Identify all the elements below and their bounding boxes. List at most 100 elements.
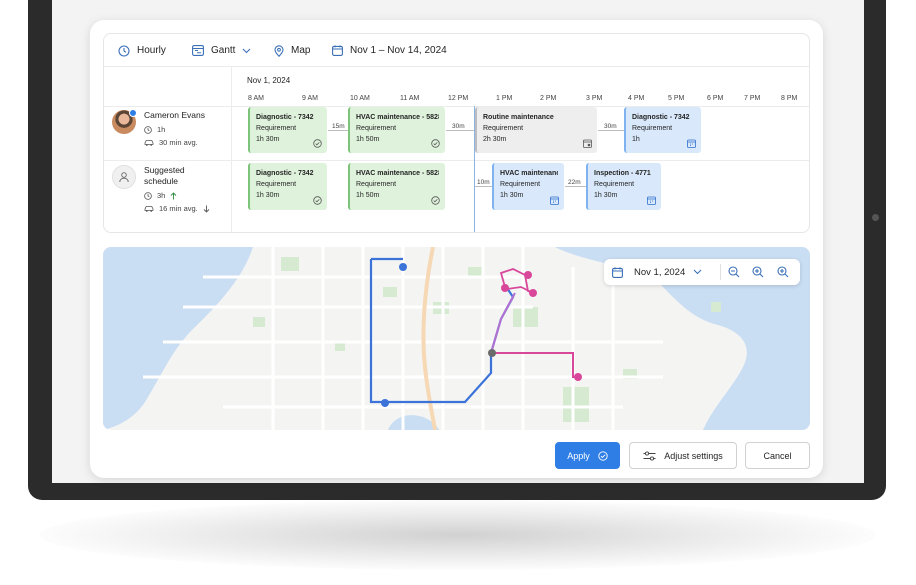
task-type: Requirement (256, 181, 297, 188)
zoom-reset-button[interactable] (752, 259, 764, 285)
task-card[interactable]: Diagnostic - 7342 Requirement 1h 30m (248, 163, 327, 210)
travel-gap: 30m (603, 123, 618, 130)
column-divider (231, 67, 232, 232)
technician-cameron[interactable]: Cameron Evans 1h 30 min avg. (112, 109, 205, 147)
task-card[interactable]: Diagnostic - 7342 Requirement 1h (624, 107, 701, 153)
settings-sliders-icon (643, 450, 656, 461)
gantt-icon (192, 45, 204, 56)
task-type: Requirement (356, 181, 397, 188)
suggested-schedule[interactable]: Suggested schedule 3h 16 min avg. (112, 165, 210, 213)
zoom-fit-icon (752, 266, 764, 278)
check-circle-icon (313, 196, 322, 205)
hour-label: 11 AM (400, 95, 420, 102)
device-shadow (40, 500, 876, 570)
task-type: Requirement (632, 125, 673, 132)
adjust-settings-button[interactable]: Adjust settings (629, 442, 737, 469)
hour-label: 12 PM (448, 95, 469, 102)
calendar-icon (687, 139, 696, 148)
date-range-picker[interactable]: Nov 1 – Nov 14, 2024 (332, 34, 447, 67)
task-card[interactable]: Routine maintenance Requirement 2h 30m (475, 107, 597, 153)
task-title: HVAC maintenance (500, 170, 558, 177)
hour-label: 5 PM (668, 95, 685, 102)
task-title: Diagnostic - 7342 (256, 114, 314, 121)
task-title: Diagnostic - 7342 (632, 114, 690, 121)
task-title: Diagnostic - 7342 (256, 170, 314, 177)
apply-button[interactable]: Apply (555, 442, 620, 469)
check-circle-icon (431, 196, 440, 205)
hour-label: 8 PM (781, 95, 798, 102)
car-icon (144, 139, 154, 146)
map-date-label: Nov 1, 2024 (634, 266, 686, 278)
hourly-toggle[interactable]: Hourly (118, 34, 166, 67)
zoom-in-button[interactable] (777, 259, 789, 285)
task-card[interactable]: Diagnostic - 7342 Requirement 1h 30m (248, 107, 327, 153)
hour-label: 3 PM (586, 95, 603, 102)
zoom-in-icon (777, 266, 789, 278)
arrow-up-icon (171, 191, 177, 199)
map-date-picker[interactable]: Nov 1, 2024 (612, 259, 702, 285)
travel-value: 30 min avg. (159, 138, 198, 147)
hour-label: 1 PM (496, 95, 513, 102)
hour-label: 10 AM (350, 95, 370, 102)
location-pin-icon (274, 44, 284, 57)
schedule-name: Suggested schedule (144, 165, 185, 186)
task-duration: 1h 50m (356, 136, 380, 143)
task-type: Requirement (500, 181, 541, 188)
map-toggle[interactable]: Map (274, 34, 310, 67)
zoom-out-button[interactable] (728, 259, 740, 285)
toolbar-divider (720, 264, 721, 280)
cancel-button[interactable]: Cancel (745, 442, 810, 469)
map-label: Map (291, 45, 311, 56)
travel-gap: 15m (331, 123, 346, 130)
hour-label: 2 PM (540, 95, 557, 102)
avatar (112, 109, 137, 134)
task-card[interactable]: HVAC maintenance Requirement 1h 30m (492, 163, 564, 210)
gantt-dropdown[interactable]: Gantt (192, 34, 251, 67)
task-duration: 1h 30m (594, 192, 618, 199)
hour-label: 6 PM (707, 95, 724, 102)
hourly-label: Hourly (137, 45, 166, 56)
travel-row: 16 min avg. (144, 204, 210, 213)
adjust-settings-label: Adjust settings (664, 450, 723, 461)
technician-name: Cameron Evans (144, 110, 205, 120)
calendar-icon (550, 196, 559, 205)
task-type: Requirement (356, 125, 397, 132)
task-duration: 1h 50m (356, 192, 380, 199)
travel-gap: 22m (567, 179, 582, 186)
task-card[interactable]: Inspection - 4771 Requirement 1h 30m (586, 163, 661, 210)
clock-icon (144, 191, 152, 200)
task-card[interactable]: HVAC maintenance - 5828 Requirement 1h 5… (348, 107, 445, 153)
hour-label: 8 AM (248, 95, 264, 102)
calendar-icon (612, 266, 623, 278)
hour-label: 4 PM (628, 95, 645, 102)
task-type: Requirement (256, 125, 297, 132)
check-circle-icon (598, 450, 608, 461)
task-card[interactable]: HVAC maintenance - 5828 Requirement 1h 5… (348, 163, 445, 210)
duration-value: 3h (157, 191, 166, 200)
calendar-icon (332, 45, 343, 56)
task-duration: 1h 30m (256, 136, 280, 143)
travel-gap: 30m (451, 123, 466, 130)
task-duration: 1h 30m (256, 192, 280, 199)
travel-connector (475, 186, 492, 187)
task-title: HVAC maintenance - 5828 (356, 170, 439, 177)
travel-connector (598, 130, 624, 131)
task-title: Inspection - 4771 (594, 170, 651, 177)
calendar-pending-icon (583, 139, 592, 148)
row-divider (104, 160, 809, 161)
travel-gap: 10m (476, 179, 491, 186)
person-icon (119, 172, 129, 183)
chevron-down-icon (243, 48, 251, 53)
date-range-label: Nov 1 – Nov 14, 2024 (350, 45, 447, 56)
stop-marker (488, 349, 496, 357)
task-duration: 1h (632, 136, 640, 143)
travel-value: 16 min avg. (159, 204, 198, 213)
duration-row: 3h (144, 191, 210, 200)
stop-marker (501, 284, 509, 292)
travel-connector (328, 130, 348, 131)
stop-marker (574, 373, 582, 381)
check-circle-icon (431, 139, 440, 148)
clock-icon (118, 44, 130, 57)
stop-marker (399, 263, 407, 271)
hour-label: 9 AM (302, 95, 318, 102)
